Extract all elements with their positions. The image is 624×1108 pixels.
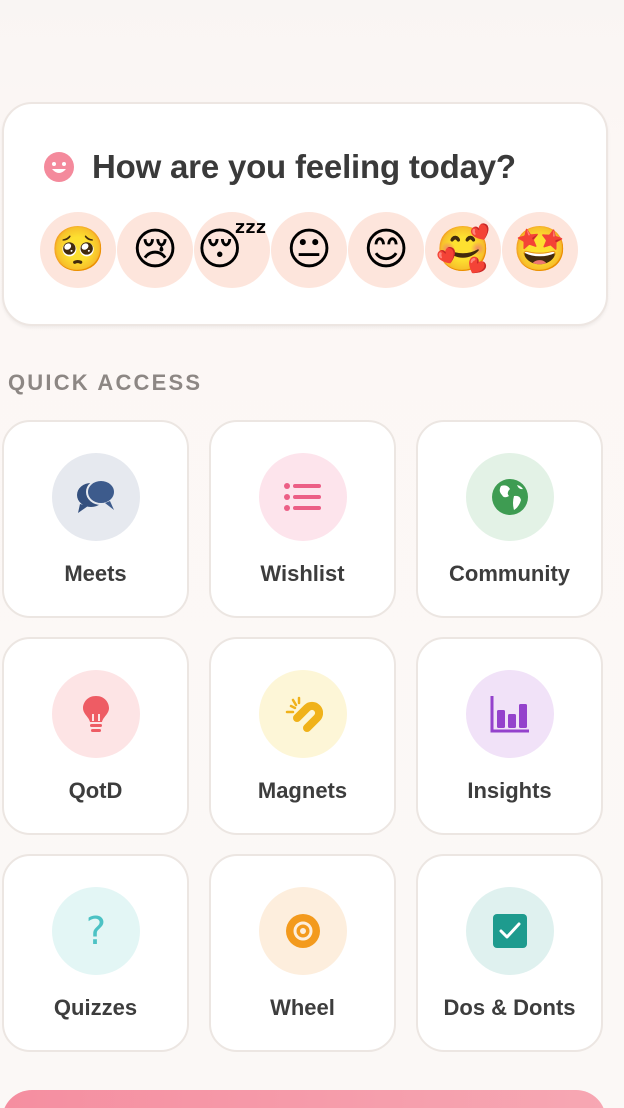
- checkbox-icon: [466, 887, 554, 975]
- tile-label: QotD: [68, 778, 123, 803]
- smiling-face-with-hearts-icon: 🥰: [435, 225, 491, 274]
- bottom-action-button[interactable]: [2, 1090, 606, 1108]
- mood-option-crying-face[interactable]: 😢: [117, 212, 193, 288]
- mood-option-smiling-face-with-hearts[interactable]: 🥰: [425, 212, 501, 288]
- mood-card: How are you feeling today? 🥺 😢 😴 😐 😊 🥰 🤩: [2, 102, 608, 326]
- pleading-face-icon: 🥺: [50, 225, 106, 274]
- mood-option-star-struck[interactable]: 🤩: [502, 212, 578, 288]
- globe-icon: [466, 453, 554, 541]
- tile-label: Wheel: [270, 995, 335, 1020]
- wheel-icon: [259, 887, 347, 975]
- quick-access-qotd[interactable]: QotD: [2, 637, 189, 835]
- mood-title: How are you feeling today?: [92, 148, 516, 185]
- mood-option-sleeping-face[interactable]: 😴: [194, 212, 270, 288]
- tile-label: Quizzes: [53, 995, 138, 1020]
- quick-access-wheel[interactable]: Wheel: [209, 854, 396, 1052]
- quick-access-title: QUICK ACCESS: [8, 370, 203, 395]
- tile-label: Wishlist: [260, 561, 345, 586]
- quick-access-quizzes[interactable]: ? Quizzes: [2, 854, 189, 1052]
- quick-access-meets[interactable]: Meets: [2, 420, 189, 618]
- quick-access-wishlist[interactable]: Wishlist: [209, 420, 396, 618]
- mood-options: 🥺 😢 😴 😐 😊 🥰 🤩: [40, 212, 578, 288]
- smiling-face-icon: 😊: [363, 225, 409, 274]
- question-icon: ?: [52, 887, 140, 975]
- mood-option-neutral-face[interactable]: 😐: [271, 212, 347, 288]
- magnet-icon: [259, 670, 347, 758]
- lightbulb-icon: [52, 670, 140, 758]
- star-struck-icon: 🤩: [512, 225, 568, 274]
- crying-face-icon: 😢: [132, 225, 178, 274]
- mood-option-smiling-face[interactable]: 😊: [348, 212, 424, 288]
- mood-header: How are you feeling today?: [42, 148, 516, 186]
- tile-label: Dos & Donts: [443, 995, 576, 1020]
- quick-access-community[interactable]: Community: [416, 420, 603, 618]
- chat-bubbles-icon: [52, 453, 140, 541]
- quick-access-insights[interactable]: Insights: [416, 637, 603, 835]
- quick-access-dos-donts[interactable]: Dos & Donts: [416, 854, 603, 1052]
- mood-option-pleading-face[interactable]: 🥺: [40, 212, 116, 288]
- bar-chart-icon: [466, 670, 554, 758]
- tile-label: Insights: [467, 778, 552, 803]
- neutral-face-icon: 😐: [286, 225, 332, 274]
- tile-label: Meets: [64, 561, 127, 586]
- smile-icon: [42, 150, 76, 184]
- home-screen: How are you feeling today? 🥺 😢 😴 😐 😊 🥰 🤩…: [0, 0, 624, 1108]
- sleeping-face-icon: 😴: [196, 225, 268, 274]
- quick-access-magnets[interactable]: Magnets: [209, 637, 396, 835]
- tile-label: Community: [449, 561, 570, 586]
- tile-label: Magnets: [257, 778, 348, 803]
- list-icon: [259, 453, 347, 541]
